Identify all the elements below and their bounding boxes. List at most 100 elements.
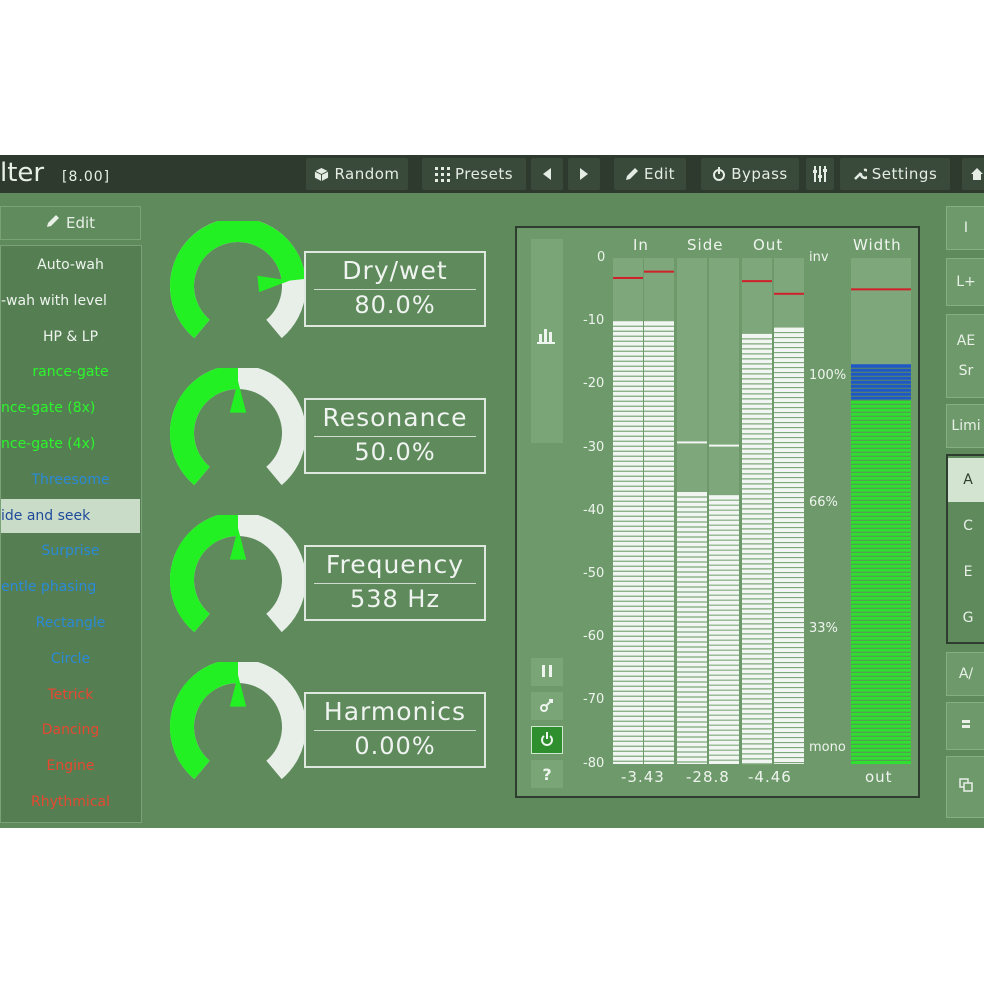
right-button-1-label: I bbox=[963, 220, 969, 236]
bypass-button[interactable]: Bypass bbox=[701, 158, 799, 190]
settings-button[interactable]: Settings bbox=[840, 158, 950, 190]
limiter-button[interactable]: Limi bbox=[946, 404, 984, 448]
meter-peak-marker bbox=[613, 276, 643, 279]
copy-button[interactable] bbox=[946, 756, 984, 818]
divider bbox=[314, 436, 476, 437]
meter-peak-marker bbox=[677, 441, 707, 444]
harmonics-knob-dial[interactable] bbox=[168, 662, 308, 786]
preset-item[interactable]: Rectangle bbox=[1, 606, 140, 640]
readout-in: -3.43 bbox=[621, 768, 665, 786]
random-button[interactable]: Random bbox=[306, 158, 408, 190]
limiter-label: Limi bbox=[951, 418, 981, 434]
dry-wet-knob-dial[interactable] bbox=[168, 221, 308, 345]
link-button[interactable] bbox=[531, 692, 563, 720]
preset-item[interactable]: Rhythmical bbox=[1, 785, 140, 819]
dry-wet-value: 80.0% bbox=[354, 291, 436, 319]
sliders-icon bbox=[813, 166, 827, 182]
ab-label: A/ bbox=[958, 666, 974, 682]
preset-item[interactable]: Surprise bbox=[1, 534, 140, 568]
help-button[interactable]: ? bbox=[531, 760, 563, 788]
snapshot-c[interactable]: C bbox=[948, 504, 984, 548]
preset-item[interactable]: ide and seek bbox=[1, 498, 140, 533]
knob-value-arc bbox=[170, 515, 239, 633]
right-group-ae[interactable]: AE Sr bbox=[946, 314, 984, 398]
meter-peak-marker bbox=[742, 280, 772, 283]
plugin-title: lter bbox=[0, 158, 45, 188]
right-sr-label: Sr bbox=[958, 363, 974, 379]
resonance-value-box[interactable]: Resonance 50.0% bbox=[304, 398, 486, 474]
edit-button[interactable]: Edit bbox=[614, 158, 686, 190]
snapshot-g-label: G bbox=[962, 610, 974, 626]
preset-item[interactable]: nce-gate (4x) bbox=[1, 427, 140, 461]
preset-item[interactable]: Tetrick bbox=[1, 678, 140, 712]
snapshot-a[interactable]: A bbox=[948, 458, 984, 502]
right-button-2[interactable]: L+ bbox=[946, 258, 984, 306]
power-button[interactable] bbox=[531, 726, 563, 754]
frequency-knob-dial[interactable] bbox=[168, 515, 308, 639]
preset-item[interactable]: HP & LP bbox=[1, 320, 140, 354]
preset-item[interactable]: nce-gate (8x) bbox=[1, 391, 140, 425]
meter-bars bbox=[613, 258, 911, 765]
meter-peak-marker bbox=[774, 292, 804, 295]
snapshot-e[interactable]: E bbox=[948, 550, 984, 594]
level-meter-panel: In Side Out Width 0 -10 -20 -30 -40 -50 -60 -70… bbox=[515, 226, 920, 798]
pencil-icon bbox=[46, 214, 60, 232]
knob-value-arc bbox=[170, 368, 239, 486]
preset-item[interactable]: Dancing bbox=[1, 713, 140, 747]
preset-item[interactable]: Engine bbox=[1, 749, 140, 783]
top-toolbar: lter [8.00] Random Presets Edit Bypass S… bbox=[0, 155, 984, 193]
pause-button[interactable] bbox=[531, 658, 563, 686]
width-meter-fill bbox=[851, 399, 911, 764]
frequency-value-box[interactable]: Frequency 538 Hz bbox=[304, 545, 486, 621]
arrows-icon bbox=[959, 717, 973, 735]
preset-item[interactable]: entle phasing bbox=[1, 570, 140, 604]
pause-icon bbox=[541, 663, 553, 682]
morph-button[interactable] bbox=[946, 702, 984, 750]
width-meter-blue bbox=[851, 364, 911, 400]
ab-button[interactable]: A/ bbox=[946, 652, 984, 696]
sidebar-edit-label: Edit bbox=[65, 214, 96, 232]
home-button[interactable] bbox=[962, 158, 984, 190]
preset-item[interactable]: rance-gate bbox=[1, 355, 140, 389]
readout-width: out bbox=[865, 768, 893, 786]
arrow-left-icon bbox=[542, 168, 552, 180]
preset-item[interactable]: -wah with level bbox=[1, 284, 140, 318]
presets-button[interactable]: Presets bbox=[422, 158, 526, 190]
meter-level-bar bbox=[677, 492, 707, 764]
width-meter-peak bbox=[851, 288, 911, 291]
preset-item[interactable]: Auto-wah bbox=[1, 248, 140, 282]
sidebar-edit-button[interactable]: Edit bbox=[0, 206, 141, 240]
version-label: [8.00] bbox=[62, 169, 111, 185]
dry-wet-label: Dry/wet bbox=[342, 256, 448, 285]
right-button-1[interactable]: I bbox=[946, 206, 984, 250]
copy-icon bbox=[959, 778, 973, 796]
dry-wet-value-box[interactable]: Dry/wet 80.0% bbox=[304, 251, 486, 327]
snapshot-e-label: E bbox=[963, 564, 973, 580]
edit-label: Edit bbox=[643, 165, 676, 183]
knob-value-arc bbox=[170, 662, 239, 780]
next-preset-button[interactable] bbox=[568, 158, 600, 190]
divider bbox=[314, 583, 476, 584]
preset-item[interactable]: Threesome bbox=[1, 463, 140, 497]
readout-out: -4.46 bbox=[748, 768, 792, 786]
tuning-button[interactable] bbox=[806, 158, 834, 190]
wrench-icon bbox=[853, 167, 867, 181]
preset-item[interactable]: Circle bbox=[1, 642, 140, 676]
readout-side: -28.8 bbox=[686, 768, 730, 786]
frequency-value: 538 Hz bbox=[349, 585, 441, 613]
bypass-label: Bypass bbox=[731, 165, 788, 183]
dice-icon bbox=[314, 167, 329, 182]
resonance-knob-dial[interactable] bbox=[168, 368, 308, 492]
preset-list: Auto-wah -wah with level HP & LP rance-gate… bbox=[0, 245, 142, 823]
resonance-value: 50.0% bbox=[354, 438, 436, 466]
divider bbox=[314, 289, 476, 290]
right-button-2-label: L+ bbox=[956, 274, 976, 290]
right-panel: I L+ AE Sr Limi A C E G A/ bbox=[946, 206, 984, 826]
previous-preset-button[interactable] bbox=[531, 158, 563, 190]
power-icon bbox=[540, 731, 554, 750]
pencil-icon bbox=[625, 167, 639, 181]
snapshot-g[interactable]: G bbox=[948, 596, 984, 640]
harmonics-value-box[interactable]: Harmonics 0.00% bbox=[304, 692, 486, 768]
snapshot-c-label: C bbox=[963, 518, 973, 534]
snapshot-group: A C E G bbox=[946, 454, 984, 644]
